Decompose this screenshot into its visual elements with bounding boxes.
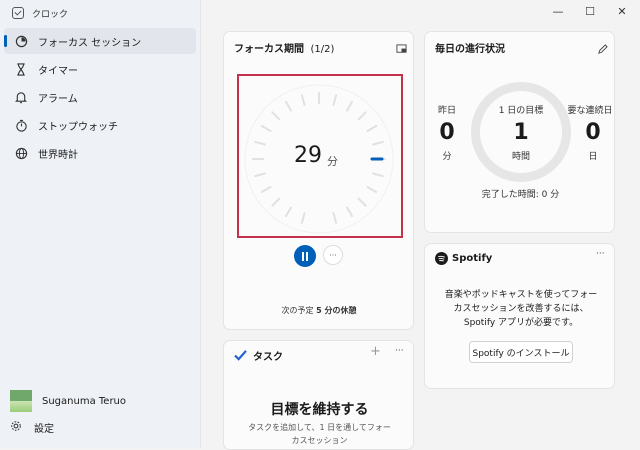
yesterday-unit: 分 (442, 152, 452, 162)
dial-tick (357, 197, 367, 207)
dial-tick (332, 212, 338, 224)
spotify-icon (435, 252, 448, 265)
sidebar-item-alarm[interactable]: アラーム (4, 84, 196, 110)
active-indicator (4, 35, 7, 47)
minimize-button[interactable]: — (543, 2, 573, 20)
dial-tick (332, 94, 338, 106)
dial-tick (300, 94, 306, 106)
dial-tick (285, 100, 292, 112)
compact-mode-icon[interactable] (396, 40, 407, 59)
tasks-more-button[interactable]: ··· (395, 346, 404, 356)
settings-button[interactable]: 設定 (10, 420, 54, 435)
focus-title: フォーカス期間 (1/2) (234, 40, 334, 55)
focus-title-label: フォーカス期間 (234, 44, 304, 55)
dial-tick (372, 172, 384, 178)
sidebar-item-timer[interactable]: タイマー (4, 56, 196, 82)
tasks-heading: 目標を維持する (270, 402, 369, 418)
maximize-button[interactable]: ☐ (575, 2, 605, 20)
goal-label: 1 日の目標 (498, 106, 544, 116)
spotify-more-button[interactable]: ··· (596, 249, 605, 259)
sidebar-item-label: フォーカス セッション (38, 37, 142, 49)
yesterday-label: 昨日 (437, 106, 456, 116)
focus-period: (1/2) (310, 44, 335, 55)
focus-minutes-unit: 分 (327, 155, 338, 168)
yesterday-value: 0 (439, 120, 455, 145)
focus-more-button[interactable]: ··· (323, 245, 343, 265)
next-prefix: 次の予定 (281, 306, 314, 315)
focus-icon (14, 34, 28, 48)
dial-tick (254, 140, 266, 146)
goal-unit: 時間 (511, 152, 530, 162)
next-value: 5 分の休憩 (316, 306, 357, 315)
gear-icon (10, 420, 22, 435)
daily-title: 毎日の進行状況 (435, 44, 505, 55)
goal-value: 1 (513, 120, 529, 145)
tasks-body: タスクを追加して、1 日を通してフォーカスセッション (248, 423, 391, 445)
user-name: Suganuma Teruo (42, 395, 127, 407)
sidebar-item-world-clock[interactable]: 世界時計 (4, 140, 196, 166)
dial-tick (285, 206, 292, 218)
next-schedule: 次の予定 5 分の休憩 (224, 305, 414, 316)
user-account[interactable]: Suganuma Teruo (10, 390, 126, 412)
app-title: クロック (12, 4, 68, 22)
focus-card: フォーカス期間 (1/2) 29 分 ··· 次の予定 5 分の休憩 (223, 31, 414, 330)
dial-tick (357, 111, 367, 121)
dial-tick (271, 111, 281, 121)
spotify-card: Spotify ··· 音楽やポッドキャストを使ってフォーカスセッションを改善す… (424, 243, 615, 389)
hourglass-icon (14, 62, 28, 76)
sidebar: クロック フォーカス セッション タイマー アラーム ストップウォッチ 世界時計 (0, 0, 201, 448)
stopwatch-icon (14, 118, 28, 132)
sidebar-item-label: タイマー (38, 65, 78, 77)
avatar (10, 390, 32, 412)
globe-icon (14, 146, 28, 160)
tasks-card: タスク + ··· 目標を維持する タスクを追加して、1 日を通してフォーカスセ… (223, 340, 414, 450)
edit-icon[interactable] (597, 40, 608, 59)
dial-tick (366, 125, 378, 132)
streak-unit: 日 (588, 152, 598, 162)
dial-tick (346, 206, 353, 218)
dial-tick (271, 197, 281, 207)
spotify-message: 音楽やポッドキャストを使ってフォーカスセッションを改善するには、Spotify … (444, 290, 598, 328)
settings-label: 設定 (34, 424, 54, 435)
daily-progress-card: 毎日の進行状況 昨日 0 分 1 日の目標 1 時間 要な連続日 0 日 完了し… (424, 31, 615, 233)
completed-time: 完了した時間: 0 分 (481, 190, 560, 200)
streak-label: 要な連続日 (567, 106, 613, 116)
clock-app-icon (12, 7, 24, 19)
spotify-install-button[interactable]: Spotify のインストール (469, 341, 573, 363)
spotify-logo: Spotify (435, 252, 492, 265)
dial-tick (260, 125, 272, 132)
sidebar-item-label: アラーム (38, 93, 78, 105)
sidebar-item-focus[interactable]: フォーカス セッション (4, 28, 196, 54)
dial-tick (260, 186, 272, 193)
dial-tick (254, 172, 266, 178)
dial-tick (346, 100, 353, 112)
close-button[interactable]: ✕ (607, 2, 637, 20)
dial-tick (300, 212, 306, 224)
todo-icon (234, 350, 247, 361)
dial-tick (372, 140, 384, 146)
spotify-brand: Spotify (452, 253, 493, 264)
tasks-header: タスク (234, 348, 283, 363)
sidebar-item-label: 世界時計 (38, 149, 78, 161)
pause-icon (302, 251, 308, 261)
sidebar-item-stopwatch[interactable]: ストップウォッチ (4, 112, 196, 138)
dial-tick (366, 186, 378, 193)
app-title-label: クロック (32, 9, 69, 20)
sidebar-item-label: ストップウォッチ (38, 121, 118, 133)
tasks-title: タスク (253, 352, 283, 363)
focus-minutes: 29 (294, 143, 322, 168)
bell-icon (14, 90, 28, 104)
pause-button[interactable] (294, 245, 316, 267)
add-task-button[interactable]: + (370, 344, 381, 359)
streak-value: 0 (585, 120, 601, 145)
